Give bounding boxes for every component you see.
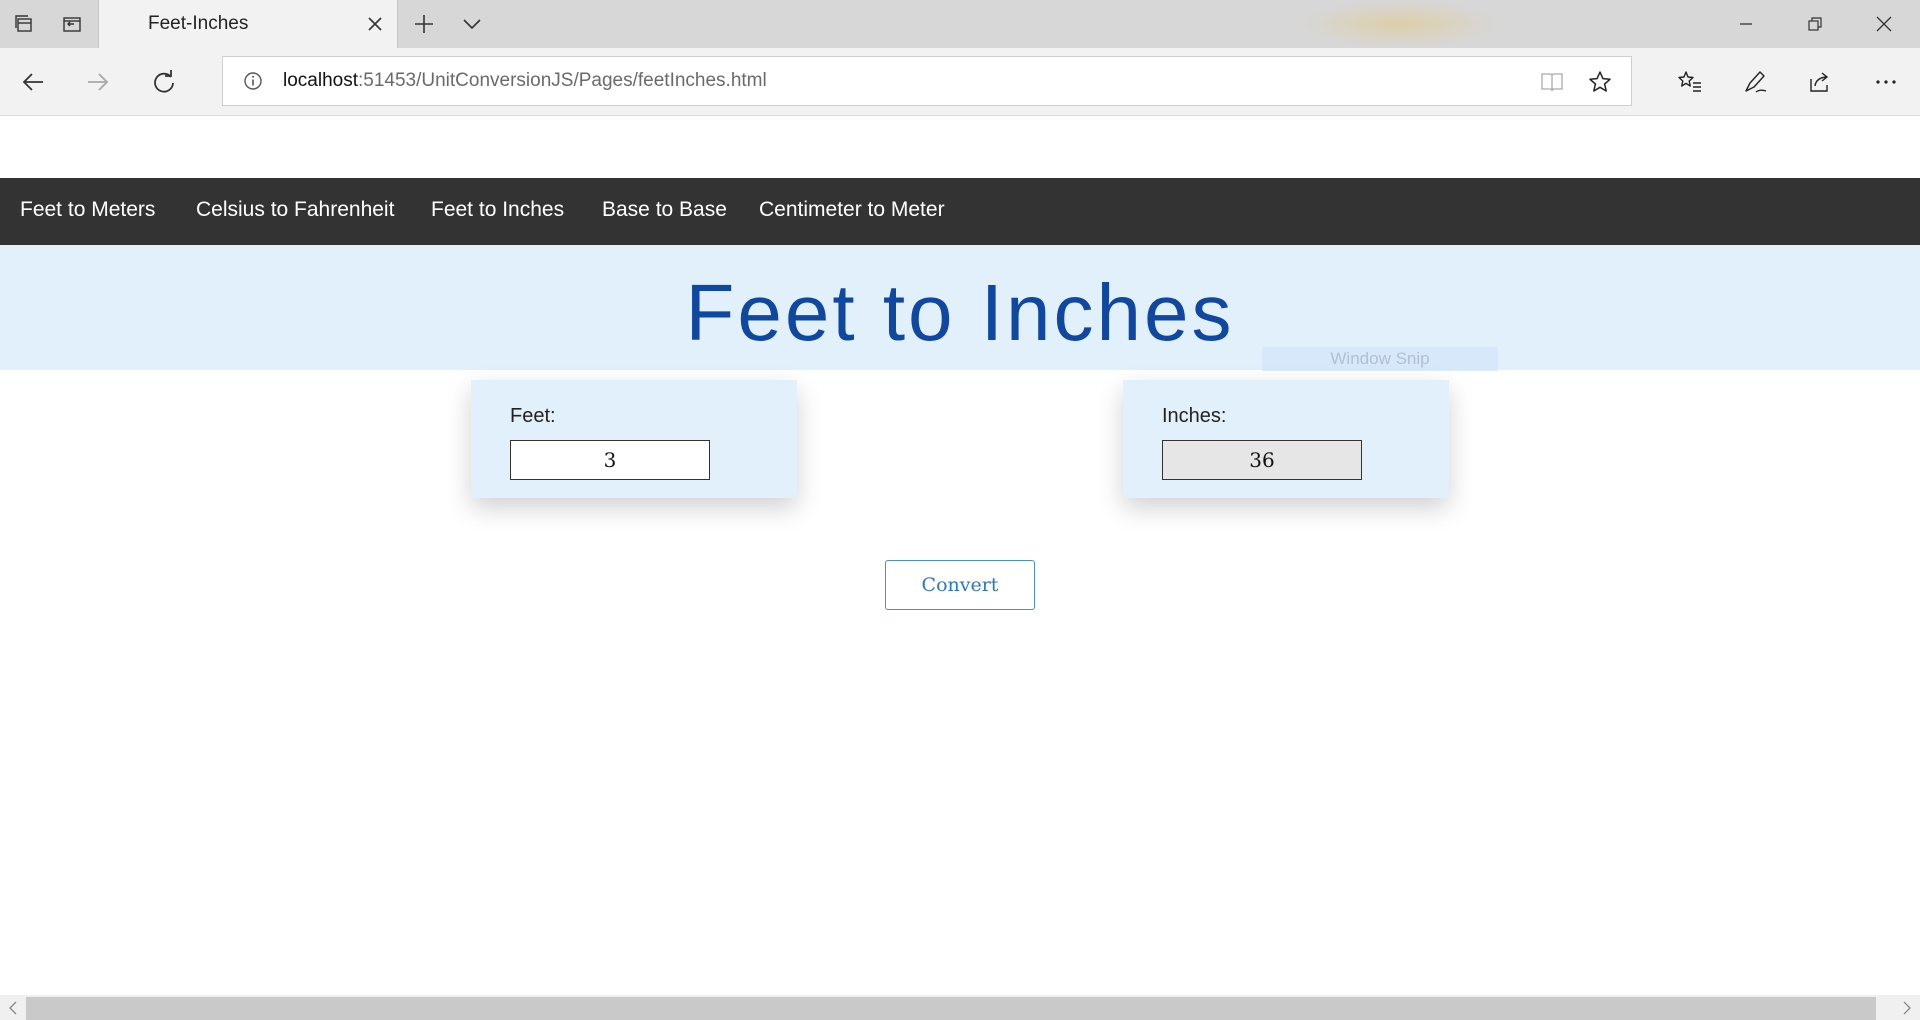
back-button[interactable] [9, 58, 57, 106]
nav-link-centimeter-to-meter[interactable]: Centimeter to Meter [759, 198, 945, 222]
back-arrow-icon [22, 73, 43, 91]
forward-button[interactable] [74, 58, 122, 106]
tab-manager-icon [15, 15, 32, 32]
pen-icon [1745, 71, 1767, 93]
inches-output[interactable]: 36 [1162, 440, 1362, 480]
minimize-icon [1740, 23, 1752, 25]
active-tab[interactable]: Feet-Inches [98, 0, 398, 48]
feet-input[interactable]: 3 [510, 440, 710, 480]
more-icon [1876, 80, 1896, 84]
tab-strip-background-glow [1300, 0, 1500, 48]
window-snip-overlay: Window Snip [1262, 347, 1498, 371]
more-button[interactable] [1862, 58, 1910, 106]
address-bar[interactable]: localhost:51453/UnitConversionJS/Pages/f… [222, 56, 1632, 106]
info-icon [244, 72, 262, 90]
reading-view-icon [1541, 73, 1563, 92]
favorites-list-icon [1678, 71, 1701, 92]
set-aside-tabs-icon [63, 17, 81, 32]
notes-button[interactable] [1731, 58, 1779, 106]
browser-tab-strip: Feet-Inches [0, 0, 1920, 48]
forward-arrow-icon [88, 73, 109, 91]
close-icon [1876, 16, 1892, 32]
reading-view-button[interactable] [1539, 69, 1565, 95]
nav-link-base-to-base[interactable]: Base to Base [602, 198, 727, 222]
page-header: Feet to Inches [0, 245, 1920, 370]
scroll-left-button[interactable] [3, 998, 23, 1018]
favorites-hub-button[interactable] [1666, 58, 1714, 106]
tab-title: Feet-Inches [148, 13, 249, 34]
scroll-right-button[interactable] [1897, 998, 1917, 1018]
inches-label: Inches: [1162, 405, 1227, 427]
nav-link-feet-to-meters[interactable]: Feet to Meters [20, 198, 155, 222]
close-icon [368, 17, 382, 31]
inches-output-card: Inches: 36 [1123, 380, 1449, 498]
chevron-right-icon [1903, 1001, 1911, 1015]
new-tab-button[interactable] [400, 0, 448, 48]
page-content: Feet to Meters Celsius to Fahrenheit Fee… [0, 117, 1920, 995]
refresh-button[interactable] [140, 58, 188, 106]
restore-button[interactable] [1781, 0, 1849, 48]
feet-label: Feet: [510, 405, 556, 427]
nav-link-celsius-to-fahrenheit[interactable]: Celsius to Fahrenheit [196, 198, 394, 222]
page-title: Feet to Inches [685, 268, 1235, 357]
refresh-icon [154, 70, 174, 93]
window-close-button[interactable] [1850, 0, 1918, 48]
plus-icon [415, 15, 433, 33]
feet-input-card: Feet: 3 [471, 380, 797, 498]
url-text: localhost:51453/UnitConversionJS/Pages/f… [283, 70, 767, 92]
site-navigation: Feet to Meters Celsius to Fahrenheit Fee… [0, 178, 1920, 245]
minimize-button[interactable] [1712, 0, 1780, 48]
nav-link-feet-to-inches[interactable]: Feet to Inches [431, 198, 564, 222]
restore-icon [1808, 17, 1822, 31]
convert-button[interactable]: Convert [885, 560, 1035, 610]
url-path: :51453/UnitConversionJS/Pages/feetInches… [358, 70, 767, 91]
url-host: localhost [283, 70, 358, 91]
share-button[interactable] [1796, 58, 1844, 106]
set-aside-tabs-button[interactable] [48, 0, 96, 48]
add-favorite-button[interactable] [1587, 69, 1613, 95]
browser-toolbar: localhost:51453/UnitConversionJS/Pages/f… [0, 48, 1920, 116]
tab-close-button[interactable] [363, 12, 387, 36]
share-icon [1810, 72, 1829, 92]
star-icon [1589, 71, 1611, 92]
chevron-down-icon [463, 19, 481, 30]
tab-list-button[interactable] [448, 0, 496, 48]
chevron-left-icon [9, 1001, 17, 1015]
scrollbar-thumb[interactable] [26, 997, 1876, 1020]
horizontal-scrollbar[interactable] [0, 995, 1920, 1020]
tab-manager-button[interactable] [0, 0, 48, 48]
